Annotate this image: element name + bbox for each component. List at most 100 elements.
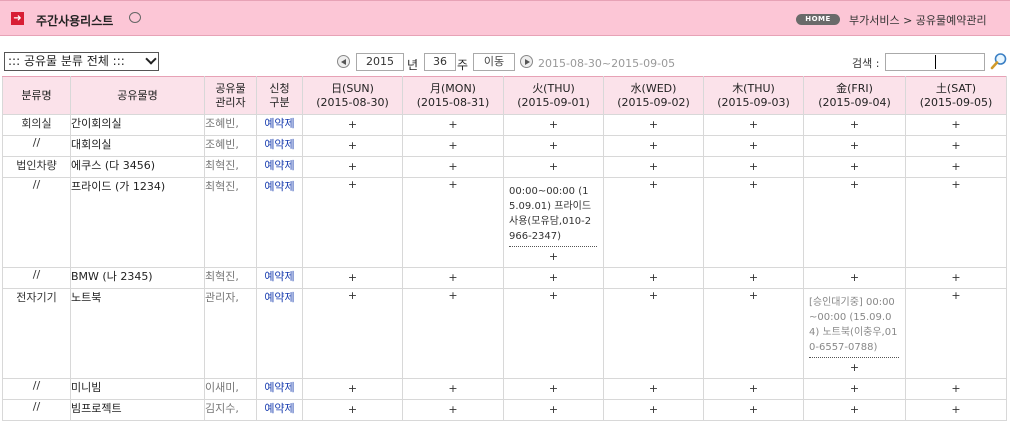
- week-input[interactable]: 36: [424, 53, 456, 71]
- add-booking-icon[interactable]: +: [403, 157, 503, 173]
- add-booking-icon[interactable]: +: [604, 379, 703, 395]
- add-booking-icon[interactable]: +: [604, 268, 703, 284]
- day-cell: +: [803, 267, 906, 289]
- add-booking-icon[interactable]: +: [303, 115, 402, 131]
- add-booking-icon[interactable]: +: [303, 400, 402, 416]
- add-booking-icon[interactable]: +: [804, 178, 905, 191]
- add-booking-icon[interactable]: +: [906, 136, 1006, 152]
- add-booking-icon[interactable]: +: [303, 136, 402, 152]
- add-booking-icon[interactable]: +: [604, 115, 703, 131]
- add-booking-icon[interactable]: +: [504, 136, 603, 152]
- day-cell: 00:00~00:00 (15.09.01) 프라이드 사용(모유담,010-2…: [503, 177, 604, 268]
- add-booking-icon[interactable]: +: [906, 178, 1006, 191]
- add-booking-icon[interactable]: +: [906, 157, 1006, 173]
- day-cell: +: [703, 267, 804, 289]
- speech-bubble-icon[interactable]: [129, 12, 141, 23]
- day-cell: +: [503, 135, 604, 157]
- add-booking-icon[interactable]: +: [704, 115, 803, 131]
- add-booking-icon[interactable]: +: [403, 289, 503, 302]
- add-booking-icon[interactable]: +: [604, 178, 703, 191]
- day-cell: +: [603, 399, 704, 421]
- col-day-thu: 木(THU) (2015-09-03): [703, 76, 804, 115]
- add-booking-icon[interactable]: +: [403, 178, 503, 191]
- add-booking-icon[interactable]: +: [303, 157, 402, 173]
- reservation-type-link[interactable]: 예약제: [256, 114, 303, 136]
- reservation-type-link[interactable]: 예약제: [256, 399, 303, 421]
- add-booking-icon[interactable]: +: [804, 268, 905, 284]
- reservation-type-link[interactable]: 예약제: [256, 288, 303, 379]
- search-icon[interactable]: [990, 52, 1008, 70]
- add-booking-icon[interactable]: +: [704, 400, 803, 416]
- add-booking-icon[interactable]: +: [906, 268, 1006, 284]
- add-booking-icon[interactable]: +: [504, 289, 603, 302]
- add-booking-icon[interactable]: +: [403, 400, 503, 416]
- add-booking-icon[interactable]: +: [704, 268, 803, 284]
- add-booking-icon[interactable]: +: [804, 361, 905, 374]
- category-select[interactable]: ::: 공유물 분류 전체 :::: [4, 52, 159, 71]
- day-cell: +: [803, 156, 906, 178]
- add-booking-icon[interactable]: +: [303, 289, 402, 302]
- category-cell: //: [2, 135, 71, 157]
- year-unit-label: 년: [407, 58, 419, 72]
- add-booking-icon[interactable]: +: [504, 157, 603, 173]
- add-booking-icon[interactable]: +: [303, 178, 402, 191]
- reservation-type-link[interactable]: 예약제: [256, 267, 303, 289]
- add-booking-icon[interactable]: +: [804, 379, 905, 395]
- add-booking-icon[interactable]: +: [504, 268, 603, 284]
- date-range: 2015-08-30~2015-09-05: [538, 57, 676, 70]
- day-cell: +: [402, 378, 504, 400]
- add-booking-icon[interactable]: +: [403, 268, 503, 284]
- add-booking-icon[interactable]: +: [704, 379, 803, 395]
- day-cell: +: [603, 135, 704, 157]
- day-cell: +: [703, 135, 804, 157]
- home-link[interactable]: HOME: [796, 14, 840, 25]
- add-booking-icon[interactable]: +: [303, 268, 402, 284]
- booking-entry[interactable]: [승인대기중] 00:00~00:00 (15.09.04) 노트북(이충우,0…: [809, 295, 899, 358]
- prev-week-icon[interactable]: [337, 55, 350, 68]
- add-booking-icon[interactable]: +: [504, 379, 603, 395]
- add-booking-icon[interactable]: +: [704, 157, 803, 173]
- day-cell: +: [402, 399, 504, 421]
- add-booking-icon[interactable]: +: [504, 250, 603, 263]
- category-cell: //: [2, 177, 71, 268]
- add-booking-icon[interactable]: +: [804, 115, 905, 131]
- col-manager: 공유물 관리자: [204, 76, 257, 115]
- add-booking-icon[interactable]: +: [504, 115, 603, 131]
- resource-name: 프라이드 (가 1234): [70, 177, 205, 268]
- reservation-type-link[interactable]: 예약제: [256, 156, 303, 178]
- reservation-type-link[interactable]: 예약제: [256, 135, 303, 157]
- add-booking-icon[interactable]: +: [704, 136, 803, 152]
- add-booking-icon[interactable]: +: [403, 136, 503, 152]
- year-input[interactable]: 2015: [356, 53, 404, 71]
- add-booking-icon[interactable]: +: [604, 289, 703, 302]
- add-booking-icon[interactable]: +: [604, 400, 703, 416]
- reservation-type-link[interactable]: 예약제: [256, 177, 303, 268]
- booking-entry[interactable]: 00:00~00:00 (15.09.01) 프라이드 사용(모유담,010-2…: [509, 184, 597, 247]
- add-booking-icon[interactable]: +: [403, 379, 503, 395]
- add-booking-icon[interactable]: +: [604, 157, 703, 173]
- move-button[interactable]: 이동: [473, 53, 515, 71]
- manager-name: 관리자,: [204, 288, 257, 379]
- add-booking-icon[interactable]: +: [906, 115, 1006, 131]
- table-header-row: 분류명 공유물명 공유물 관리자 신청 구분 日(SUN) (2015-08-30) …: [2, 76, 1007, 115]
- day-cell: +: [603, 378, 704, 400]
- next-week-icon[interactable]: [520, 55, 533, 68]
- add-booking-icon[interactable]: +: [906, 400, 1006, 416]
- reservation-type-link[interactable]: 예약제: [256, 378, 303, 400]
- day-cell: +: [302, 177, 403, 268]
- day-cell: [승인대기중] 00:00~00:00 (15.09.04) 노트북(이충우,0…: [803, 288, 906, 379]
- add-booking-icon[interactable]: +: [704, 178, 803, 191]
- add-booking-icon[interactable]: +: [303, 379, 402, 395]
- add-booking-icon[interactable]: +: [804, 157, 905, 173]
- add-booking-icon[interactable]: +: [804, 400, 905, 416]
- add-booking-icon[interactable]: +: [906, 379, 1006, 395]
- add-booking-icon[interactable]: +: [704, 289, 803, 302]
- add-booking-icon[interactable]: +: [604, 136, 703, 152]
- chevron-down-icon: [145, 53, 157, 65]
- add-booking-icon[interactable]: +: [804, 136, 905, 152]
- add-booking-icon[interactable]: +: [504, 400, 603, 416]
- day-cell: +: [703, 399, 804, 421]
- day-cell: +: [703, 177, 804, 268]
- add-booking-icon[interactable]: +: [403, 115, 503, 131]
- add-booking-icon[interactable]: +: [906, 289, 1006, 302]
